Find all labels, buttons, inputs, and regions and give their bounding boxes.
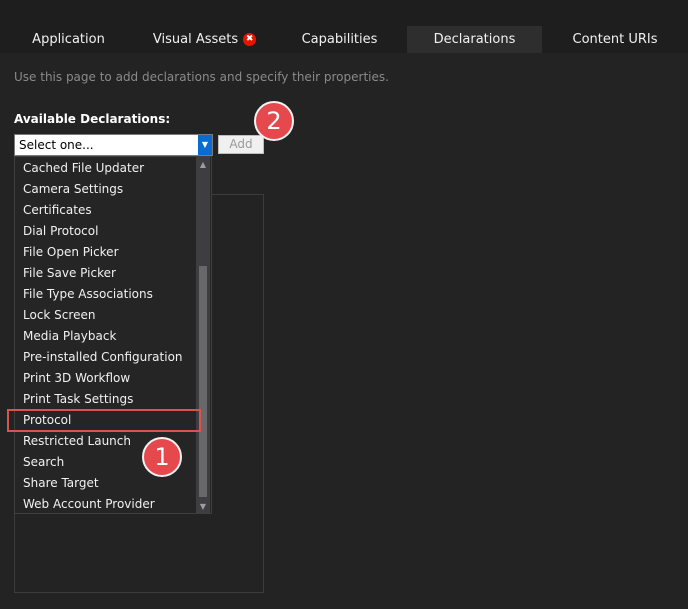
callout-badge-1: 1 (142, 437, 182, 477)
tab-content-uris-label: Content URIs (572, 32, 658, 47)
list-item[interactable]: Web Account Provider (23, 494, 155, 515)
list-item[interactable]: Camera Settings (23, 179, 123, 200)
dropdown-scrollbar[interactable]: ▲ ▼ (196, 157, 210, 513)
list-item[interactable]: File Type Associations (23, 284, 153, 305)
add-button[interactable]: Add (218, 135, 264, 154)
tab-visual-assets[interactable]: Visual Assets ✖ (137, 26, 272, 53)
list-item[interactable]: File Save Picker (23, 263, 116, 284)
tab-bar: Application Visual Assets ✖ Capabilities… (0, 0, 688, 53)
list-item[interactable]: Media Playback (23, 326, 116, 347)
tab-application-label: Application (32, 32, 105, 47)
list-item[interactable]: File Open Picker (23, 242, 119, 263)
available-declarations-label: Available Declarations: (14, 112, 171, 126)
tab-visual-assets-label: Visual Assets (152, 32, 239, 47)
tab-application[interactable]: Application (0, 26, 137, 53)
declarations-dropdown-list: Cached File Updater Camera Settings Cert… (14, 156, 212, 514)
callout-badge-2: 2 (254, 101, 294, 141)
tab-declarations[interactable]: Declarations (407, 26, 542, 53)
list-item[interactable]: Print 3D Workflow (23, 368, 130, 389)
list-item[interactable]: Print Task Settings (23, 389, 133, 410)
list-item[interactable]: Restricted Launch (23, 431, 131, 452)
declarations-select[interactable]: Select one... ▼ (14, 134, 213, 156)
declarations-select-value: Select one... (19, 138, 94, 152)
scroll-up-icon[interactable]: ▲ (196, 157, 210, 171)
tab-declarations-label: Declarations (433, 32, 516, 47)
list-item[interactable]: Search (23, 452, 64, 473)
scrollbar-thumb[interactable] (199, 266, 207, 497)
scroll-down-icon[interactable]: ▼ (196, 499, 210, 513)
tab-capabilities-label: Capabilities (301, 32, 378, 47)
list-item[interactable]: Certificates (23, 200, 92, 221)
tab-capabilities[interactable]: Capabilities (272, 26, 407, 53)
dropdown-arrow-icon[interactable]: ▼ (198, 135, 212, 155)
list-item[interactable]: Lock Screen (23, 305, 95, 326)
error-icon: ✖ (243, 33, 257, 46)
list-item[interactable]: Cached File Updater (23, 158, 144, 179)
list-item[interactable]: Share Target (23, 473, 99, 494)
intro-text: Use this page to add declarations and sp… (14, 70, 389, 84)
list-item[interactable]: Dial Protocol (23, 221, 98, 242)
tab-content-uris[interactable]: Content URIs (542, 26, 688, 53)
protocol-highlight-box (7, 409, 201, 432)
list-item[interactable]: Pre-installed Configuration (23, 347, 183, 368)
